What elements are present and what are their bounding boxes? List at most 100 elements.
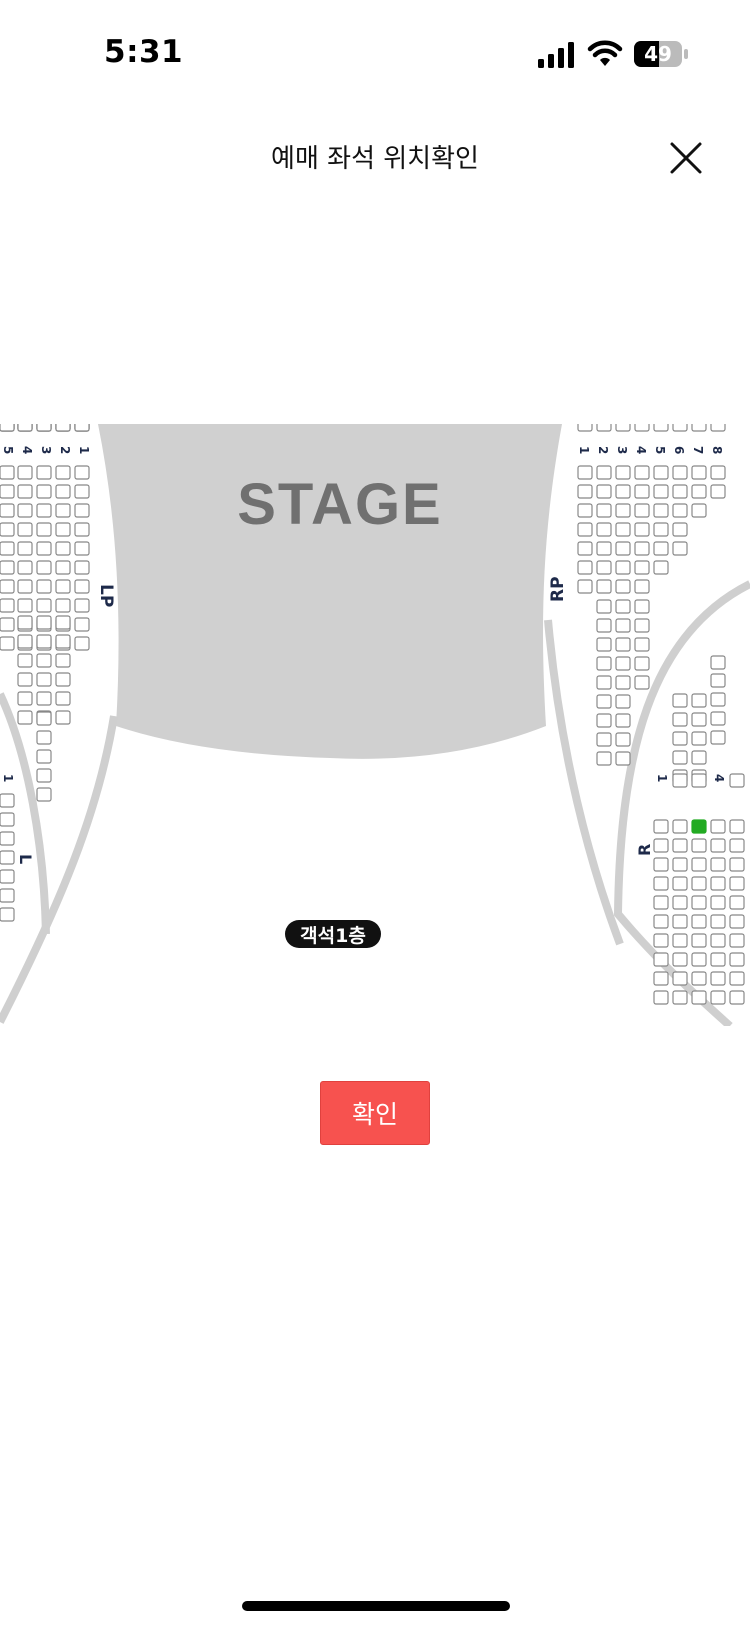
seat xyxy=(55,672,71,687)
seat xyxy=(672,838,688,853)
seat xyxy=(615,713,631,728)
seat xyxy=(615,751,631,766)
seat xyxy=(691,465,707,480)
seat xyxy=(653,895,669,910)
seat xyxy=(615,656,631,671)
seat xyxy=(0,579,15,594)
seat xyxy=(615,675,631,690)
seat xyxy=(615,560,631,575)
seat xyxy=(729,838,745,853)
seat xyxy=(672,712,688,727)
seat xyxy=(55,710,71,725)
seat xyxy=(729,933,745,948)
seat xyxy=(691,914,707,929)
seat xyxy=(691,990,707,1005)
seat xyxy=(691,750,707,765)
seat xyxy=(55,424,71,432)
seat xyxy=(691,712,707,727)
seat xyxy=(710,692,726,707)
seat xyxy=(577,560,593,575)
seat xyxy=(672,731,688,746)
seat xyxy=(672,857,688,872)
seat xyxy=(710,895,726,910)
seat xyxy=(0,850,15,865)
seat xyxy=(74,598,90,613)
seat xyxy=(653,876,669,891)
seat xyxy=(17,560,33,575)
seat xyxy=(0,617,15,632)
seat xyxy=(653,971,669,986)
seat xyxy=(710,933,726,948)
seat xyxy=(74,522,90,537)
seat xyxy=(596,541,612,556)
seat xyxy=(55,522,71,537)
seat-row-number: 1 xyxy=(577,446,591,454)
seat xyxy=(653,424,669,432)
seat xyxy=(577,522,593,537)
seat xyxy=(17,598,33,613)
seat-row-number: 8 xyxy=(710,446,724,454)
seat xyxy=(17,615,33,630)
seat xyxy=(710,914,726,929)
seat xyxy=(691,424,707,432)
stage-label: STAGE xyxy=(237,472,443,537)
seat xyxy=(615,637,631,652)
seat xyxy=(672,895,688,910)
seat xyxy=(0,812,15,827)
selected-seat xyxy=(691,819,707,834)
confirm-button[interactable]: 확인 xyxy=(320,1081,430,1145)
seat xyxy=(653,819,669,834)
seat xyxy=(710,876,726,891)
seat xyxy=(74,424,90,432)
seat xyxy=(55,691,71,706)
seat xyxy=(653,522,669,537)
seat xyxy=(0,465,15,480)
seat xyxy=(0,636,15,651)
seat xyxy=(672,933,688,948)
seat xyxy=(634,465,650,480)
seat xyxy=(596,424,612,432)
floor-badge: 객석1층 xyxy=(300,925,366,947)
page-title: 예매 좌석 위치확인 xyxy=(271,144,479,174)
seat xyxy=(17,424,33,432)
seat xyxy=(691,731,707,746)
seat-row-number: 1 xyxy=(77,446,91,454)
seat xyxy=(36,503,52,518)
seat xyxy=(672,773,688,788)
seat xyxy=(17,503,33,518)
seat xyxy=(672,971,688,986)
close-button[interactable] xyxy=(664,136,708,180)
seat xyxy=(672,541,688,556)
seat xyxy=(36,672,52,687)
seat xyxy=(634,522,650,537)
seat xyxy=(729,971,745,986)
seat xyxy=(634,656,650,671)
seat xyxy=(691,773,707,788)
cellular-signal-icon xyxy=(538,42,574,68)
seat xyxy=(710,819,726,834)
seat xyxy=(634,618,650,633)
seat-row-number: 3 xyxy=(39,446,53,454)
seat xyxy=(36,522,52,537)
seat xyxy=(577,579,593,594)
seat xyxy=(710,971,726,986)
seat xyxy=(577,541,593,556)
seat xyxy=(691,895,707,910)
seat xyxy=(615,424,631,432)
seat xyxy=(36,787,52,802)
seat xyxy=(17,710,33,725)
seat xyxy=(36,768,52,783)
seat xyxy=(55,484,71,499)
seat xyxy=(729,952,745,967)
seat xyxy=(729,773,745,788)
seat xyxy=(653,952,669,967)
seat xyxy=(55,598,71,613)
seat xyxy=(653,541,669,556)
seat xyxy=(0,541,15,556)
header: 예매 좌석 위치확인 xyxy=(0,110,750,200)
seat xyxy=(634,560,650,575)
seat xyxy=(634,637,650,652)
seat xyxy=(17,541,33,556)
seat xyxy=(634,599,650,614)
seat xyxy=(729,914,745,929)
